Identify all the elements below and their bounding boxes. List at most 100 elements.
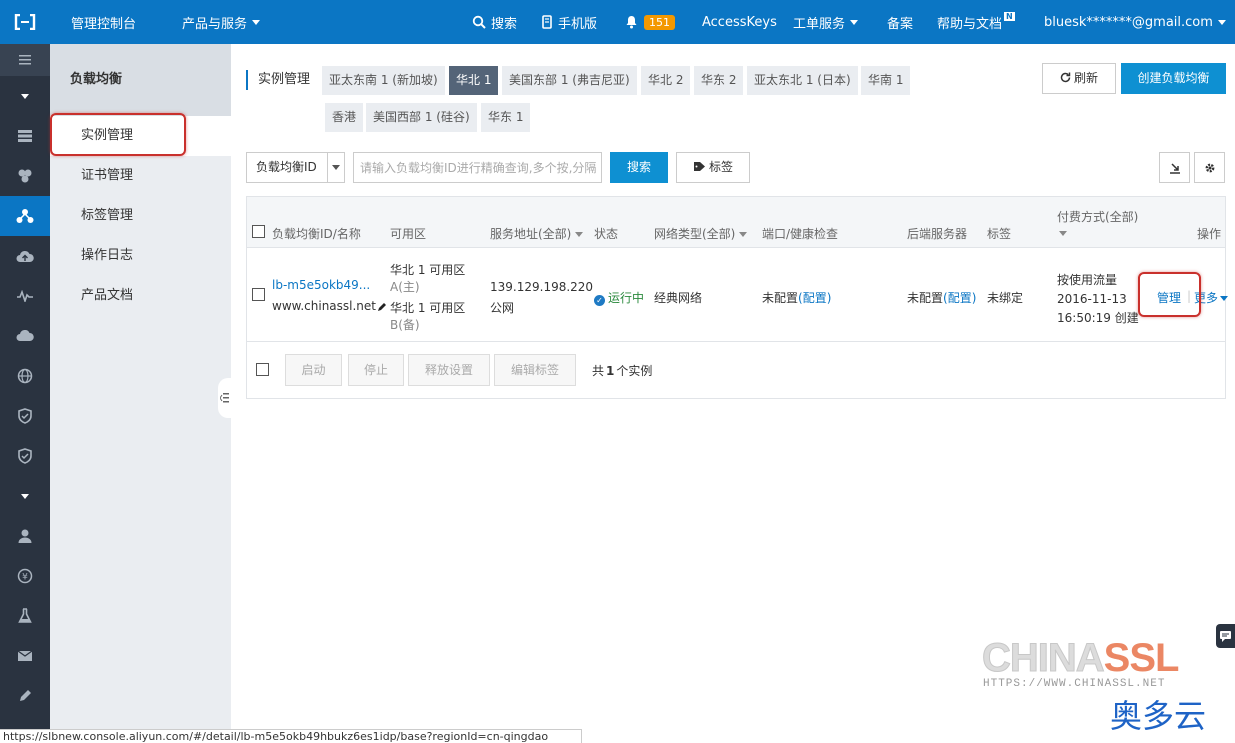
rail-item-lab[interactable] [0,596,50,636]
rail-expand-button[interactable] [0,476,50,516]
new-badge: N [1004,11,1015,21]
svg-text:¥: ¥ [22,573,28,583]
region-tab-huanan1[interactable]: 华南 1 [861,66,911,95]
sidebar-item-certificates[interactable]: 证书管理 [50,156,231,196]
region-tab-huadong2[interactable]: 华东 2 [694,66,744,95]
billing-filter-caret[interactable] [1059,226,1067,240]
mobile-link[interactable]: 手机版 [542,13,597,32]
region-tab-huabei1[interactable]: 华北 1 [449,66,499,95]
accesskeys-label: AccessKeys [702,14,777,30]
region-tab-us-west[interactable]: 美国西部 1 (硅谷) [366,103,477,132]
cloud-icon [16,330,34,341]
mobile-label: 手机版 [558,16,598,32]
rail-item-security[interactable] [0,396,50,436]
filter-type-select[interactable]: 负载均衡ID [246,152,345,183]
help-label: 帮助与文档 [937,16,1003,32]
mail-icon [17,650,33,661]
rail-item-cdn[interactable] [0,156,50,196]
watermark-url: HTTPS://WWW.CHINASSL.NET [983,678,1166,690]
rail-item-oss[interactable] [0,236,50,276]
search-input[interactable] [353,152,602,183]
bell-icon [626,16,637,29]
highlight-annotation [1138,272,1201,317]
header-billing[interactable]: 付费方式(全部) [1057,208,1138,225]
billing-type: 按使用流量 [1057,273,1118,287]
tag-filter-button[interactable]: 标签 [676,152,750,183]
beian-label: 备案 [887,16,914,32]
footer-select-all-checkbox[interactable] [256,363,269,376]
filter-type-value: 负载均衡ID [256,160,317,174]
help-link[interactable]: 帮助与文档 N [937,11,1015,32]
header-address-label: 服务地址(全部) [490,227,572,241]
rail-item-monitor[interactable] [0,276,50,316]
aliyun-logo-icon[interactable] [0,0,50,44]
backend-configure-link[interactable]: (配置) [943,291,976,305]
rail-collapse-button[interactable] [0,76,50,116]
row-checkbox[interactable] [252,288,265,301]
count-prefix: 共 [592,364,605,378]
edit-tags-button[interactable]: 编辑标签 [494,354,576,386]
chat-icon [1220,631,1231,642]
start-button[interactable]: 启动 [285,354,342,386]
count-value: 1 [606,364,615,378]
release-settings-button[interactable]: 释放设置 [408,354,490,386]
sidebar-item-tags[interactable]: 标签管理 [50,196,231,236]
rail-item-billing[interactable]: ¥ [0,556,50,596]
export-button[interactable] [1159,152,1190,183]
port-status-label: 未配置 [762,291,799,305]
search-button[interactable]: 搜索 [610,152,668,183]
edit-name-button[interactable] [377,301,388,315]
header-zone: 可用区 [390,227,427,241]
region-tab-japan[interactable]: 亚太东北 1 (日本) [747,66,858,95]
refresh-button[interactable]: 刷新 [1042,63,1116,94]
chat-widget-button[interactable] [1216,624,1235,648]
header-address[interactable]: 服务地址(全部) [490,225,584,242]
region-tab-huadong1[interactable]: 华东 1 [481,103,531,132]
instance-id-link[interactable]: lb-m5e5okb49... [272,278,370,292]
region-tab-huabei2[interactable]: 华北 2 [641,66,691,95]
create-slb-button[interactable]: 创建负载均衡 [1121,63,1226,94]
menu-toggle-button[interactable] [0,44,50,76]
export-icon [1169,163,1180,174]
search-label: 搜索 [491,16,518,32]
header-port: 端口/健康检查 [762,227,839,241]
user-menu[interactable]: bluesk*******@gmail.com [1044,15,1226,30]
settings-button[interactable] [1194,152,1225,183]
rail-item-slb[interactable] [0,196,50,236]
header-tag: 标签 [987,227,1012,241]
chevron-down-icon [850,19,859,25]
sidebar-collapse-handle[interactable] [218,378,231,418]
chevron-down-icon [327,153,344,182]
notifications-button[interactable]: 151 [625,14,675,30]
console-link[interactable]: 管理控制台 [71,13,136,32]
highlight-annotation [50,113,186,156]
products-menu[interactable]: 产品与服务 [182,13,261,32]
region-tab-singapore[interactable]: 亚太东南 1 (新加坡) [322,66,445,95]
rail-item-cloud[interactable] [0,316,50,356]
molecule-icon [18,169,32,183]
region-tab-hongkong[interactable]: 香港 [325,103,364,132]
zone-backup-suffix: B(备) [390,318,420,332]
rail-item-edit[interactable] [0,676,50,716]
tickets-menu[interactable]: 工单服务 [793,13,859,32]
rail-item-network[interactable] [0,356,50,396]
rail-item-ecs[interactable] [0,116,50,156]
header-status: 状态 [594,227,619,241]
accesskeys-link[interactable]: AccessKeys [702,15,777,30]
select-all-checkbox[interactable] [252,225,265,238]
sidebar-item-logs[interactable]: 操作日志 [50,236,231,276]
table-header: 负载均衡ID/名称 可用区 服务地址(全部) 状态 网络类型(全部) 端口/健康… [247,197,1225,248]
sidebar-item-docs[interactable]: 产品文档 [50,276,231,316]
region-tab-us-east[interactable]: 美国东部 1 (弗吉尼亚) [502,66,637,95]
port-configure-link[interactable]: (配置) [798,291,831,305]
header-network[interactable]: 网络类型(全部) [654,225,748,242]
search-icon [472,15,486,29]
rail-item-messages[interactable] [0,636,50,676]
search-link[interactable]: 搜索 [472,13,517,32]
beian-link[interactable]: 备案 [887,13,913,32]
stop-button[interactable]: 停止 [348,354,404,386]
row-divider [247,341,1225,342]
rail-item-account[interactable] [0,516,50,556]
rail-item-protection[interactable] [0,436,50,476]
top-bar: 管理控制台 产品与服务 搜索 手机版 151 AccessKeys 工单服务 备… [0,0,1235,44]
